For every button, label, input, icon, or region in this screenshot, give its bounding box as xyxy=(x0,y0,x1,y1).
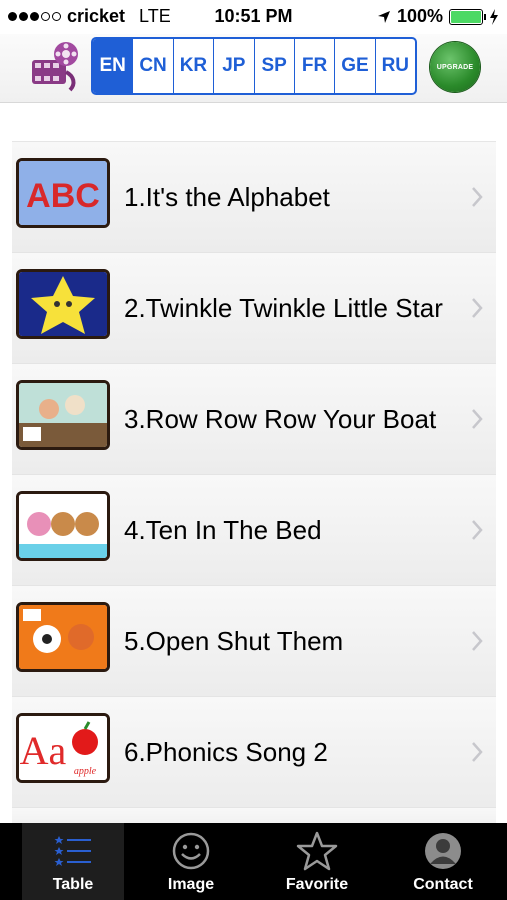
charging-bolt-icon xyxy=(490,8,498,25)
star-icon xyxy=(296,831,338,871)
song-thumbnail xyxy=(16,380,110,450)
song-title: 1.It's the Alphabet xyxy=(124,181,330,212)
person-icon xyxy=(425,833,461,869)
song-title: 3.Row Row Row Your Boat xyxy=(124,403,437,434)
upgrade-label: UPGRADE xyxy=(436,63,474,71)
tab-contact-label: Contact xyxy=(413,876,473,893)
tab-table-label: Table xyxy=(52,876,94,893)
song-thumbnail xyxy=(16,491,110,561)
tab-contact[interactable]: Contact xyxy=(392,823,494,900)
upgrade-button[interactable]: UPGRADE xyxy=(430,42,480,92)
tab-favorite-label: Favorite xyxy=(285,876,349,893)
tab-favorite[interactable]: Favorite xyxy=(266,823,368,900)
list-item[interactable]: ABC 1.It's the Alphabet xyxy=(12,141,496,252)
song-thumbnail xyxy=(16,269,110,339)
song-thumbnail: Aa apple xyxy=(16,713,110,783)
language-button-ge[interactable]: GE xyxy=(334,39,374,93)
svg-text:apple: apple xyxy=(74,766,97,777)
top-toolbar: EN CN KR JP SP FR GE RU UPGRADE xyxy=(0,34,507,103)
language-button-en[interactable]: EN xyxy=(93,39,133,93)
list-item[interactable]: 3.Row Row Row Your Boat xyxy=(12,363,496,474)
svg-text:Aa: Aa xyxy=(20,728,67,773)
battery-icon xyxy=(449,8,486,25)
song-title: 4.Ten In The Bed xyxy=(124,514,322,545)
language-button-cn[interactable]: CN xyxy=(132,39,172,93)
film-reel-logo-icon xyxy=(32,42,78,92)
song-title: 6.Phonics Song 2 xyxy=(124,736,328,767)
chevron-right-icon xyxy=(472,742,483,762)
song-list[interactable]: ABC 1.It's the Alphabet 2.Twinkle Twinkle … xyxy=(12,141,496,823)
language-button-kr[interactable]: KR xyxy=(172,39,213,93)
song-thumbnail xyxy=(16,602,110,672)
smiley-icon xyxy=(172,832,210,870)
list-item[interactable]: 2.Twinkle Twinkle Little Star xyxy=(12,252,496,363)
list-item[interactable]: 4.Ten In The Bed xyxy=(12,474,496,585)
chevron-right-icon xyxy=(472,520,483,540)
language-button-fr[interactable]: FR xyxy=(293,39,334,93)
song-title: 5.Open Shut Them xyxy=(124,625,344,656)
tab-bar: Table Image Favorite Contact xyxy=(0,823,507,900)
tab-image-label: Image xyxy=(167,876,215,893)
list-icon xyxy=(54,836,91,866)
svg-text:ABC: ABC xyxy=(26,177,100,215)
list-item[interactable]: Aa apple 6.Phonics Song 2 xyxy=(12,696,496,807)
language-button-jp[interactable]: JP xyxy=(213,39,253,93)
chevron-right-icon xyxy=(472,298,483,318)
song-thumbnail: ABC xyxy=(16,158,110,228)
tab-image[interactable]: Image xyxy=(140,823,242,900)
list-item[interactable]: 5.Open Shut Them xyxy=(12,585,496,696)
location-arrow-icon xyxy=(377,10,390,23)
language-button-sp[interactable]: SP xyxy=(253,39,294,93)
chevron-right-icon xyxy=(472,187,483,207)
language-button-ru[interactable]: RU xyxy=(374,39,415,93)
status-bar: cricket LTE 10:51 PM 100% xyxy=(0,0,507,34)
list-item[interactable] xyxy=(12,807,496,823)
language-selector: EN CN KR JP SP FR GE RU xyxy=(91,37,417,95)
chevron-right-icon xyxy=(472,631,483,651)
chevron-right-icon xyxy=(472,409,483,429)
battery-percent: 100% xyxy=(396,6,443,26)
tab-table[interactable]: Table xyxy=(22,823,124,900)
song-title: 2.Twinkle Twinkle Little Star xyxy=(124,292,443,323)
